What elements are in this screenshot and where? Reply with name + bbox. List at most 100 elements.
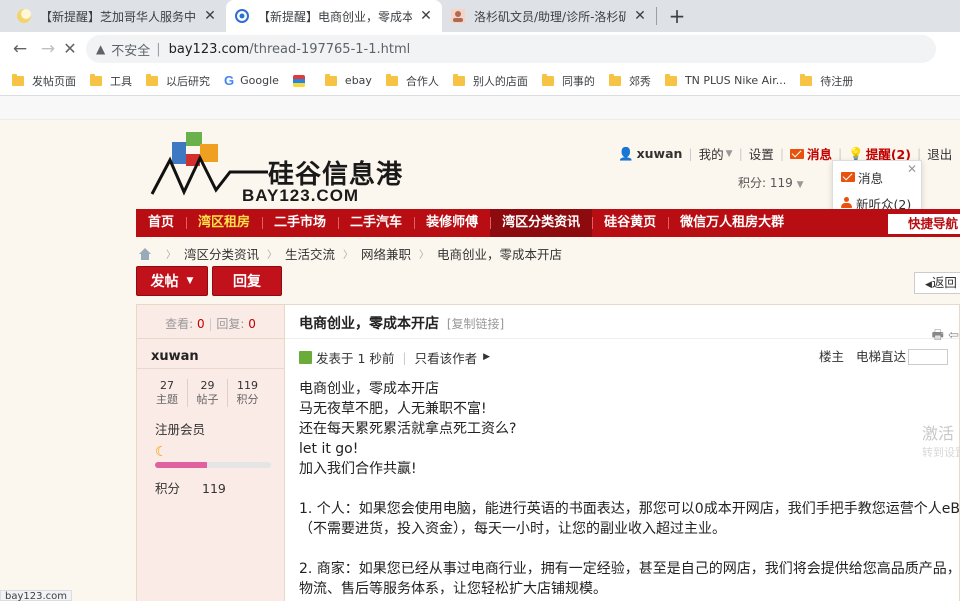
my-menu[interactable]: 我的 [699,144,724,163]
warning-icon[interactable]: ▲ [96,42,105,56]
member-role[interactable]: 注册会员 [137,419,284,438]
nav-renovation[interactable]: 装修师傅 [414,209,490,237]
forward-arrow-icon[interactable]: → [34,35,62,63]
stat-posts[interactable]: 29 帖子 [187,379,227,407]
nav-wechat-group[interactable]: 微信万人租房大群 [668,209,796,237]
mail-icon [790,148,805,159]
score-menu[interactable]: 积分: 119 ▼ [738,174,804,191]
chevron-down-icon: ▼ [725,148,733,159]
bookmark-item[interactable]: G Google [224,73,279,88]
stat-threads[interactable]: 27 主题 [147,379,187,407]
quick-nav-button[interactable]: 快捷导航 [888,214,960,234]
post-floor-tools: 楼主 电梯直达 [819,339,949,375]
home-icon[interactable] [138,247,152,260]
nav-classifieds[interactable]: 湾区分类资讯 [490,209,593,237]
nav-rentals[interactable]: 湾区租房 [186,209,262,237]
breadcrumb-item[interactable]: 湾区分类资讯 [184,244,259,263]
site-logo[interactable]: 硅谷信息港 BAY123.COM [150,132,420,205]
bookmark-label: 发帖页面 [32,74,76,88]
bookmark-item[interactable] [292,74,311,87]
author-name[interactable]: xuwan [137,339,284,369]
post-paragraph: （不需要进货，投入资金），每天一小时，让您的副业收入超过主业。 [299,521,726,537]
divider: | [738,146,743,161]
views-count: 0 [197,317,205,331]
address-separator: | [156,41,161,57]
bookmark-item[interactable]: 别人的店面 [452,73,528,89]
folder-icon [90,73,102,86]
breadcrumb-item[interactable]: 电商创业，零成本开店 [437,244,562,263]
bookmark-item[interactable]: 工具 [90,73,132,89]
folder-icon [452,73,465,86]
reply-button[interactable]: 回复 [212,266,282,296]
new-post-button[interactable]: 发帖 ▼ [136,266,208,296]
bookmark-label: 郊秀 [628,74,651,88]
new-tab-button[interactable]: + [663,2,691,30]
moon-icon: ☾ [155,444,168,460]
breadcrumb: 〉 湾区分类资讯 〉 生活交流 〉 网络兼职 〉 电商创业，零成本开店 [138,244,562,263]
browser-tab-2[interactable]: 【新提醒】电商创业，零成本开 ✕ [226,0,442,32]
breadcrumb-item[interactable]: 生活交流 [285,244,335,263]
bookmark-item[interactable]: 发帖页面 [12,73,76,89]
close-icon[interactable]: ✕ [907,162,917,176]
browser-tab-1[interactable]: 【新提醒】芝加哥华人服务中心 ✕ [8,0,226,32]
user-icon: 👤 [618,145,634,161]
settings-link[interactable]: 设置 [749,144,774,163]
post-paragraph: 马无夜草不肥，人无兼职不富! [299,401,487,417]
bookmark-item[interactable]: 郊秀 [608,73,651,89]
main-navigation: 首页 湾区租房 二手市场 二手汽车 装修师傅 湾区分类资讯 硅谷黄页 微信万人租… [136,209,960,237]
bookmark-item[interactable]: TN PLUS Nike Air... [664,73,786,87]
username-link[interactable]: xuwan [637,146,683,161]
points-row: 积分 119 [137,478,284,497]
nav-second-hand[interactable]: 二手市场 [262,209,338,237]
bookmark-item[interactable]: 以后研究 [146,73,210,89]
back-button[interactable]: ◀返回 [914,272,960,294]
logout-link[interactable]: 退出 [927,144,952,163]
author-stats: 27 主题 29 帖子 119 积分 [137,379,284,407]
security-label[interactable]: 不安全 [111,40,150,59]
browser-tab-3[interactable]: 洛杉矶文员/助理/诊所-洛杉矶 ✕ [442,0,656,32]
copy-link[interactable]: [复制链接] [447,317,504,331]
nav-used-cars[interactable]: 二手汽车 [338,209,414,237]
level-progress-bar [155,462,271,468]
tab-title: 【新提醒】芝加哥华人服务中心 [40,9,196,24]
only-author-link[interactable]: 只看该作者 [415,348,478,367]
bookmark-item[interactable]: 同事的 [541,73,595,89]
divider: | [208,317,213,331]
address-bar[interactable]: ▲ 不安全 | bay123.com /thread-197765-1-1.ht… [86,35,936,63]
bookmark-label: ebay [344,74,372,87]
messages-link[interactable]: 消息 [807,144,832,163]
avatar-icon [450,8,466,24]
divider: | [402,349,407,365]
shopping-bag-icon [292,74,305,87]
floor-jump-input[interactable] [908,349,949,365]
folder-icon [146,73,158,86]
close-icon[interactable]: ✕ [632,8,648,24]
nav-home[interactable]: 首页 [136,209,186,237]
replies-count: 0 [248,317,256,331]
post-main: 电商创业，零成本开店 [复制链接] 🖶 ⇦ 发表于 1 秒前 | 只看该作者 ▶… [285,305,960,601]
back-arrow-icon[interactable]: ← [6,35,34,63]
close-icon[interactable]: ✕ [418,8,434,24]
breadcrumb-item[interactable]: 网络兼职 [361,244,411,263]
floor-label: 楼主 [819,349,845,364]
thread-stats: 查看: 0 | 回复: 0 [137,305,284,339]
divider: | [916,146,922,161]
nav-yellow-pages[interactable]: 硅谷黄页 [592,209,668,237]
stop-loading-icon[interactable]: ✕ [62,41,78,57]
bookmark-item[interactable]: ebay [324,73,372,87]
post-paragraph: let it go! [299,441,359,457]
post-status-icon [299,350,312,364]
level-progress-fill [155,462,208,468]
folder-icon [608,73,621,86]
back-label: 返回 [931,275,957,290]
moon-icon [16,8,32,24]
folder-icon [324,73,337,86]
close-icon[interactable]: ✕ [202,8,218,24]
divider: | [688,146,693,161]
caret-right-icon: ▶ [483,352,491,362]
bookmark-item[interactable]: 待注册 [800,73,853,89]
stat-points[interactable]: 119 积分 [227,379,267,407]
activation-watermark: 激活 [922,424,955,443]
bookmark-item[interactable]: 合作人 [385,73,439,89]
bookmark-label: 同事的 [561,74,595,88]
